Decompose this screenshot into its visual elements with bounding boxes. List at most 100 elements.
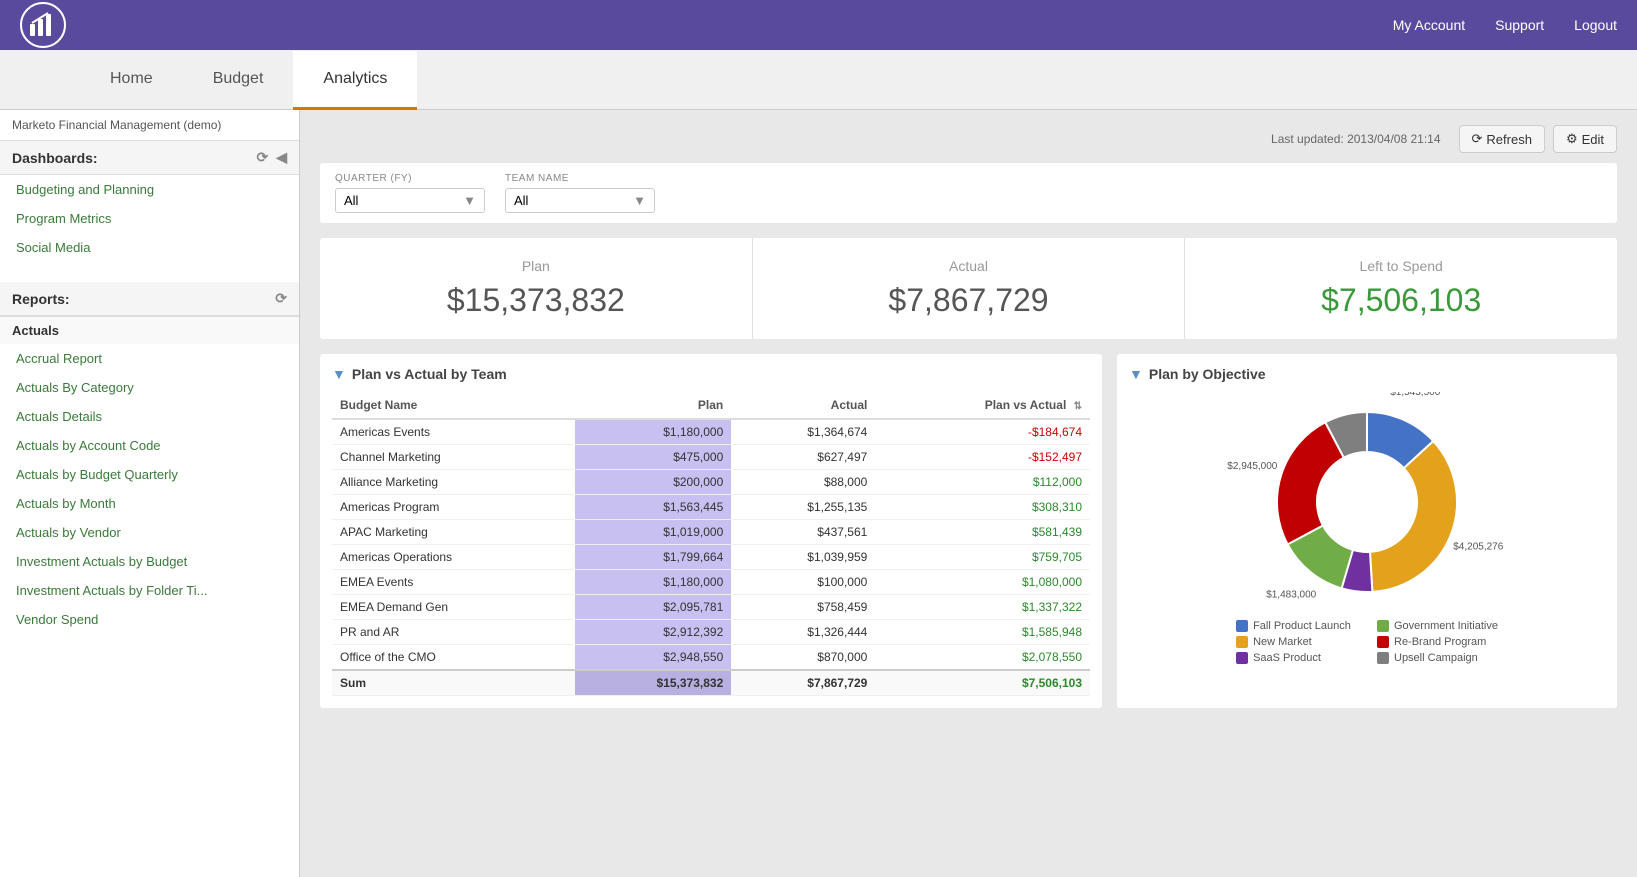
cell-actual: $100,000 (731, 570, 875, 595)
cell-pva: $759,705 (875, 545, 1090, 570)
legend-item: Upsell Campaign (1377, 652, 1498, 664)
sidebar-item-budgeting[interactable]: Budgeting and Planning (0, 175, 299, 204)
cell-plan: $1,799,664 (575, 545, 732, 570)
reports-refresh-icon[interactable]: ⟳ (275, 290, 287, 307)
table-row: PR and AR $2,912,392 $1,326,444 $1,585,9… (332, 620, 1090, 645)
nav-tabs-bar: Home Budget Analytics (0, 50, 1637, 110)
cell-pva: $1,585,948 (875, 620, 1090, 645)
cell-actual: $870,000 (731, 645, 875, 671)
cell-actual: $758,459 (731, 595, 875, 620)
legend-item: Government Initiative (1377, 620, 1498, 632)
donut-chart-container: $1,543,500$4,205,276$645,000$1,483,000$2… (1129, 392, 1605, 664)
cell-budget-name: Americas Program (332, 495, 575, 520)
left-label: Left to Spend (1215, 258, 1587, 274)
content-toolbar: Last updated: 2013/04/08 21:14 ⟳ Refresh… (320, 125, 1617, 153)
edit-button[interactable]: ⚙ Edit (1553, 125, 1617, 153)
sidebar-item-actuals-by-budget-quarterly[interactable]: Actuals by Budget Quarterly (0, 460, 299, 489)
table-row: Alliance Marketing $200,000 $88,000 $112… (332, 470, 1090, 495)
cell-plan: $1,180,000 (575, 570, 732, 595)
col-budget-name: Budget Name (332, 392, 575, 419)
dashboards-label: Dashboards: (12, 150, 98, 166)
cell-budget-name: APAC Marketing (332, 520, 575, 545)
dashboards-collapse-icon[interactable]: ◀ (276, 149, 287, 166)
sidebar-item-social-media[interactable]: Social Media (0, 233, 299, 262)
cell-actual: $1,255,135 (731, 495, 875, 520)
table-row: Americas Events $1,180,000 $1,364,674 -$… (332, 419, 1090, 445)
cell-pva: $1,337,322 (875, 595, 1090, 620)
sidebar-item-program-metrics[interactable]: Program Metrics (0, 204, 299, 233)
cell-budget-name: PR and AR (332, 620, 575, 645)
cell-budget-name: Channel Marketing (332, 445, 575, 470)
col-pva[interactable]: Plan vs Actual ⇅ (875, 392, 1090, 419)
cell-pva: -$152,497 (875, 445, 1090, 470)
cell-sum-pva: $7,506,103 (875, 670, 1090, 696)
table-row: Office of the CMO $2,948,550 $870,000 $2… (332, 645, 1090, 671)
summary-cards: Plan $15,373,832 Actual $7,867,729 Left … (320, 238, 1617, 339)
chart-title: Plan by Objective (1149, 366, 1266, 382)
cell-pva: -$184,674 (875, 419, 1090, 445)
svg-text:$1,543,500: $1,543,500 (1390, 392, 1440, 398)
quarter-select[interactable]: All ▼ (335, 188, 485, 213)
plan-vs-actual-table: Budget Name Plan Actual Plan vs Actual ⇅… (332, 392, 1090, 696)
cell-pva: $581,439 (875, 520, 1090, 545)
logout-link[interactable]: Logout (1574, 17, 1617, 33)
tab-home[interactable]: Home (80, 51, 183, 110)
cell-actual: $627,497 (731, 445, 875, 470)
quarter-arrow-icon: ▼ (463, 193, 476, 208)
tab-analytics[interactable]: Analytics (293, 51, 417, 110)
table-row: Channel Marketing $475,000 $627,497 -$15… (332, 445, 1090, 470)
legend-item: Re-Brand Program (1377, 636, 1498, 648)
edit-label: Edit (1582, 132, 1604, 147)
cell-plan: $1,180,000 (575, 419, 732, 445)
cell-actual: $1,039,959 (731, 545, 875, 570)
sidebar-item-vendor-spend[interactable]: Vendor Spend (0, 605, 299, 634)
tab-budget[interactable]: Budget (183, 51, 294, 110)
quarter-filter-group: QUARTER (FY) All ▼ (335, 173, 485, 213)
cell-plan: $200,000 (575, 470, 732, 495)
support-link[interactable]: Support (1495, 17, 1544, 33)
cell-plan: $475,000 (575, 445, 732, 470)
cell-budget-name: Alliance Marketing (332, 470, 575, 495)
quarter-label: QUARTER (FY) (335, 173, 485, 184)
cell-sum-label: Sum (332, 670, 575, 696)
sidebar: Marketo Financial Management (demo) Dash… (0, 110, 300, 877)
cell-plan: $1,563,445 (575, 495, 732, 520)
sidebar-item-investment-actuals-by-folder[interactable]: Investment Actuals by Folder Ti... (0, 576, 299, 605)
sidebar-item-actuals-by-category[interactable]: Actuals By Category (0, 373, 299, 402)
team-value: All (514, 193, 528, 208)
cell-sum-actual: $7,867,729 (731, 670, 875, 696)
bottom-panels: ▼ Plan vs Actual by Team Budget Name Pla… (320, 354, 1617, 708)
cell-actual: $1,326,444 (731, 620, 875, 645)
dashboards-refresh-icon[interactable]: ⟳ (256, 149, 268, 166)
cell-budget-name: Americas Events (332, 419, 575, 445)
sidebar-item-actuals-by-account-code[interactable]: Actuals by Account Code (0, 431, 299, 460)
cell-plan: $2,095,781 (575, 595, 732, 620)
content-area: Last updated: 2013/04/08 21:14 ⟳ Refresh… (300, 110, 1637, 877)
svg-text:$2,945,000: $2,945,000 (1227, 461, 1277, 472)
sidebar-item-accrual-report[interactable]: Accrual Report (0, 344, 299, 373)
table-panel-title: ▼ Plan vs Actual by Team (332, 366, 1090, 382)
sidebar-item-actuals-details[interactable]: Actuals Details (0, 402, 299, 431)
cell-actual: $437,561 (731, 520, 875, 545)
plan-value: $15,373,832 (350, 282, 722, 319)
table-sum-row: Sum $15,373,832 $7,867,729 $7,506,103 (332, 670, 1090, 696)
sidebar-item-actuals-by-month[interactable]: Actuals by Month (0, 489, 299, 518)
last-updated: Last updated: 2013/04/08 21:14 (1271, 132, 1440, 146)
team-label: TEAM NAME (505, 173, 655, 184)
sidebar-item-actuals-by-vendor[interactable]: Actuals by Vendor (0, 518, 299, 547)
team-select[interactable]: All ▼ (505, 188, 655, 213)
legend-item: New Market (1236, 636, 1357, 648)
table-filter-icon: ▼ (332, 366, 346, 382)
my-account-link[interactable]: My Account (1393, 17, 1465, 33)
cell-budget-name: Office of the CMO (332, 645, 575, 671)
cell-pva: $2,078,550 (875, 645, 1090, 671)
team-filter-group: TEAM NAME All ▼ (505, 173, 655, 213)
svg-text:$4,205,276: $4,205,276 (1453, 542, 1503, 553)
left-value: $7,506,103 (1215, 282, 1587, 319)
cell-pva: $308,310 (875, 495, 1090, 520)
refresh-button[interactable]: ⟳ Refresh (1459, 125, 1545, 153)
dashboards-section-header: Dashboards: ⟳ ◀ (0, 141, 299, 175)
sidebar-item-investment-actuals-by-budget[interactable]: Investment Actuals by Budget (0, 547, 299, 576)
actual-label: Actual (783, 258, 1155, 274)
table-row: Americas Program $1,563,445 $1,255,135 $… (332, 495, 1090, 520)
